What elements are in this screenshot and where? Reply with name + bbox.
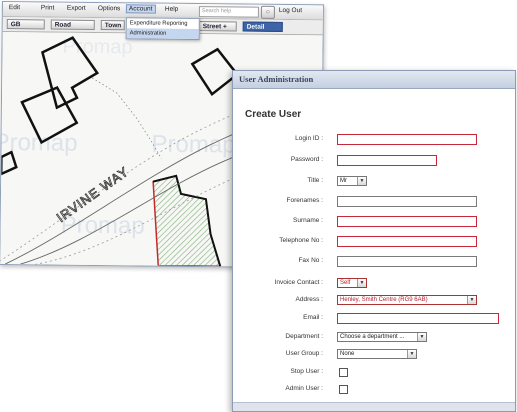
form-row-surname: Surname : (233, 216, 515, 228)
invoice-contact-value: Self (340, 280, 351, 286)
menu-account[interactable]: Account (125, 4, 156, 14)
login-id-field[interactable] (337, 134, 477, 145)
telephone-label: Telephone No : (279, 237, 323, 244)
form-row-stop-user: Stop User : (233, 367, 515, 379)
department-label: Department : (285, 333, 323, 340)
email-label: Email : (303, 314, 323, 321)
scale-detail-button[interactable]: Detail (242, 21, 283, 32)
admin-user-label: Admin User : (285, 385, 323, 392)
scale-gb-button[interactable]: GB (6, 19, 45, 30)
admin-user-checkbox[interactable] (339, 385, 348, 394)
form-row-forenames: Forenames : (233, 196, 515, 208)
building-outline (190, 47, 239, 97)
title-select[interactable]: Mr ▼ (337, 176, 367, 186)
chevron-down-icon: ▼ (407, 350, 416, 358)
window-title: User Administration (233, 71, 515, 89)
department-value: Choose a department ... (340, 334, 405, 340)
password-field[interactable] (337, 155, 437, 166)
form-row-address: Address : Henley, Smith Centre (RG9 6AB)… (233, 295, 515, 307)
menu-item-administration[interactable]: Administration (126, 28, 199, 40)
address-value: Henley, Smith Centre (RG9 6AB) (340, 297, 428, 303)
form-row-login-id: Login ID : (233, 134, 515, 146)
department-select[interactable]: Choose a department ... ▼ (337, 332, 427, 342)
surname-field[interactable] (337, 216, 477, 227)
scale-town-button[interactable]: Town (100, 20, 125, 31)
form-row-fax: Fax No : (233, 256, 515, 268)
watermark-text: Promap (151, 131, 235, 159)
address-label: Address : (295, 296, 323, 303)
surname-label: Surname : (293, 217, 323, 224)
telephone-field[interactable] (337, 236, 477, 247)
menu-edit[interactable]: Edit (9, 4, 20, 11)
menu-help[interactable]: Help (165, 6, 178, 13)
chevron-down-icon: ▼ (417, 333, 426, 341)
stop-user-checkbox[interactable] (339, 368, 348, 377)
fax-label: Fax No : (298, 257, 323, 264)
user-group-select[interactable]: None ▼ (337, 349, 417, 359)
title-label: Title : (307, 177, 323, 184)
chevron-down-icon: ▼ (357, 279, 366, 287)
form-row-title: Title : Mr ▼ (233, 176, 515, 188)
login-id-label: Login ID : (295, 135, 323, 142)
menu-print[interactable]: Print (41, 4, 54, 11)
user-administration-window: User Administration Create User Login ID… (232, 70, 516, 412)
form-row-user-group: User Group : None ▼ (233, 349, 515, 361)
title-select-value: Mr (340, 178, 347, 184)
form-heading: Create User (245, 109, 302, 120)
user-group-label: User Group : (285, 350, 323, 357)
form-row-admin-user: Admin User : (233, 384, 515, 396)
chevron-down-icon: ▼ (357, 177, 366, 185)
address-select[interactable]: Henley, Smith Centre (RG9 6AB) ▼ (337, 295, 477, 305)
scale-road-button[interactable]: Road (50, 19, 95, 30)
form-row-email: Email : (233, 313, 515, 325)
user-group-value: None (340, 351, 355, 357)
invoice-contact-label: Invoice Contact : (274, 279, 323, 286)
forenames-label: Forenames : (286, 197, 324, 204)
form-row-password: Password : (233, 155, 515, 167)
form-row-department: Department : Choose a department ... ▼ (233, 332, 515, 344)
email-field[interactable] (337, 313, 499, 324)
search-input[interactable]: Search help (198, 6, 259, 18)
menu-options[interactable]: Options (98, 5, 120, 12)
password-label: Password : (290, 156, 323, 163)
search-icon: ○ (265, 8, 271, 16)
window-bottom-bar (233, 402, 515, 411)
forenames-field[interactable] (337, 196, 477, 207)
logout-link[interactable]: Log Out (279, 7, 302, 14)
stop-user-label: Stop User : (290, 368, 323, 375)
scale-street-button[interactable]: Street + (198, 21, 237, 32)
menu-export[interactable]: Export (67, 5, 86, 12)
chevron-down-icon: ▼ (467, 296, 476, 304)
search-button[interactable]: ○ (260, 5, 275, 19)
form-row-telephone: Telephone No : (233, 236, 515, 248)
form-row-invoice-contact: Invoice Contact : Self ▼ (233, 278, 515, 290)
account-dropdown-menu: Expenditure Reporting Administration (125, 17, 200, 41)
fax-field[interactable] (337, 256, 477, 267)
invoice-contact-select[interactable]: Self ▼ (337, 278, 367, 288)
